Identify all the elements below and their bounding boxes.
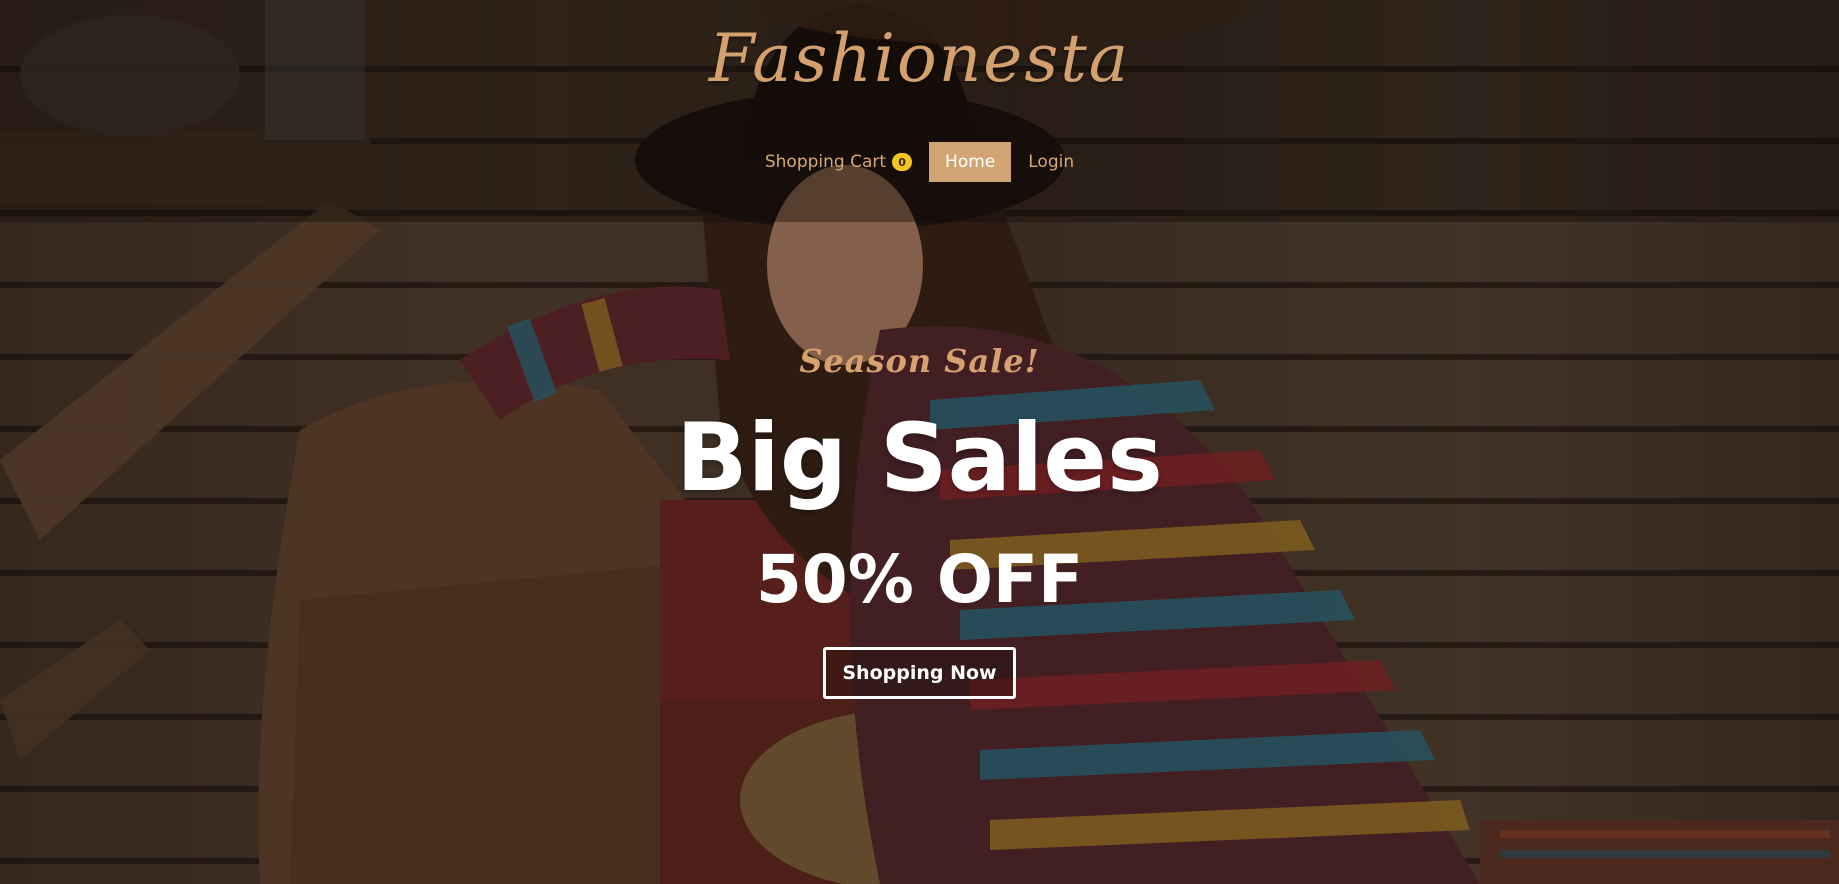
nav-login[interactable]: Login bbox=[1012, 142, 1090, 182]
nav-home-label: Home bbox=[945, 152, 996, 172]
nav-shopping-cart[interactable]: Shopping Cart 0 bbox=[749, 142, 928, 182]
hero-subtitle: Season Sale! bbox=[799, 342, 1040, 380]
nav-login-label: Login bbox=[1028, 152, 1075, 172]
shopping-now-button[interactable]: Shopping Now bbox=[823, 647, 1016, 699]
hero-discount: 50% OFF bbox=[755, 541, 1084, 618]
cta-wrap: Shopping Now bbox=[0, 647, 1839, 699]
nav-home[interactable]: Home bbox=[929, 142, 1012, 182]
main-nav: Shopping Cart 0 Home Login bbox=[0, 142, 1839, 182]
cart-count-badge: 0 bbox=[892, 153, 913, 171]
nav-shopping-cart-label: Shopping Cart bbox=[764, 152, 887, 172]
brand-logo[interactable]: Fashionesta bbox=[0, 20, 1839, 97]
hero-title: Big Sales bbox=[676, 404, 1163, 513]
